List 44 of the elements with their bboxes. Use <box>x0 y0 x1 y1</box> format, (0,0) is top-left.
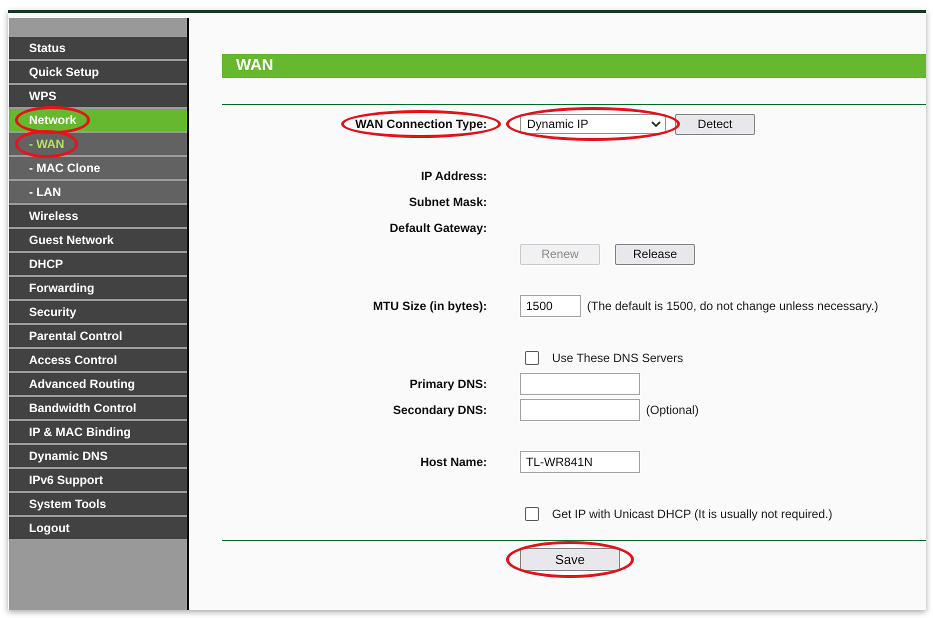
sidebar-item[interactable]: IPv6 Support <box>9 469 187 493</box>
sidebar-item[interactable]: - WAN <box>9 133 187 157</box>
input-field[interactable]: TL-WR841N <box>520 451 640 473</box>
page-title-bar: WAN <box>222 54 926 78</box>
sidebar-item[interactable]: Forwarding <box>9 277 187 301</box>
sidebar-item[interactable]: Guest Network <box>9 229 187 253</box>
field-label: MTU Size (in bytes): <box>372 299 487 313</box>
field-label: IP Address: <box>420 169 487 183</box>
field-label: Primary DNS: <box>410 377 487 391</box>
sidebar-item[interactable]: Quick Setup <box>9 61 187 85</box>
sidebar-item[interactable]: DHCP <box>9 253 187 277</box>
sidebar-item[interactable]: - MAC Clone <box>9 157 187 181</box>
action-button[interactable]: Release <box>615 244 695 264</box>
checkbox-label: Use These DNS Servers <box>552 351 684 365</box>
save-button[interactable]: Save <box>520 548 620 571</box>
sidebar-item[interactable]: Wireless <box>9 205 187 229</box>
checkbox[interactable] <box>525 507 539 521</box>
field-hint: (Optional) <box>646 403 699 417</box>
sidebar-item[interactable]: Logout <box>9 517 187 541</box>
sidebar-item[interactable]: System Tools <box>9 493 187 517</box>
detect-button[interactable]: Detect <box>675 114 755 134</box>
input-field[interactable] <box>520 399 640 421</box>
sidebar-item[interactable]: WPS <box>9 85 187 109</box>
input-field[interactable] <box>520 373 640 395</box>
checkbox[interactable] <box>525 351 539 365</box>
sidebar-item[interactable]: Security <box>9 301 187 325</box>
field-label: WAN Connection Type: <box>355 117 487 131</box>
chevron-down-icon <box>651 121 661 127</box>
field-label: Secondary DNS: <box>392 403 487 417</box>
field-label: Host Name: <box>420 455 487 469</box>
sidebar-item[interactable]: Parental Control <box>9 325 187 349</box>
sidebar-item[interactable]: Bandwidth Control <box>9 397 187 421</box>
input-field[interactable]: 1500 <box>520 295 581 317</box>
sidebar-item[interactable]: Dynamic DNS <box>9 445 187 469</box>
sidebar-item[interactable]: Access Control <box>9 349 187 373</box>
dropdown[interactable]: Dynamic IP <box>520 114 666 134</box>
sidebar-item[interactable]: - LAN <box>9 181 187 205</box>
sidebar-item[interactable]: Status <box>9 37 187 61</box>
checkbox-label: Get IP with Unicast DHCP (It is usually not required.) <box>552 507 832 521</box>
sidebar-item[interactable]: Advanced Routing <box>9 373 187 397</box>
field-label: Subnet Mask: <box>408 195 487 209</box>
field-label: Default Gateway: <box>390 221 487 235</box>
sidebar-item[interactable]: IP & MAC Binding <box>9 421 187 445</box>
field-hint: (The default is 1500, do not change unless necessary.) <box>587 299 878 313</box>
